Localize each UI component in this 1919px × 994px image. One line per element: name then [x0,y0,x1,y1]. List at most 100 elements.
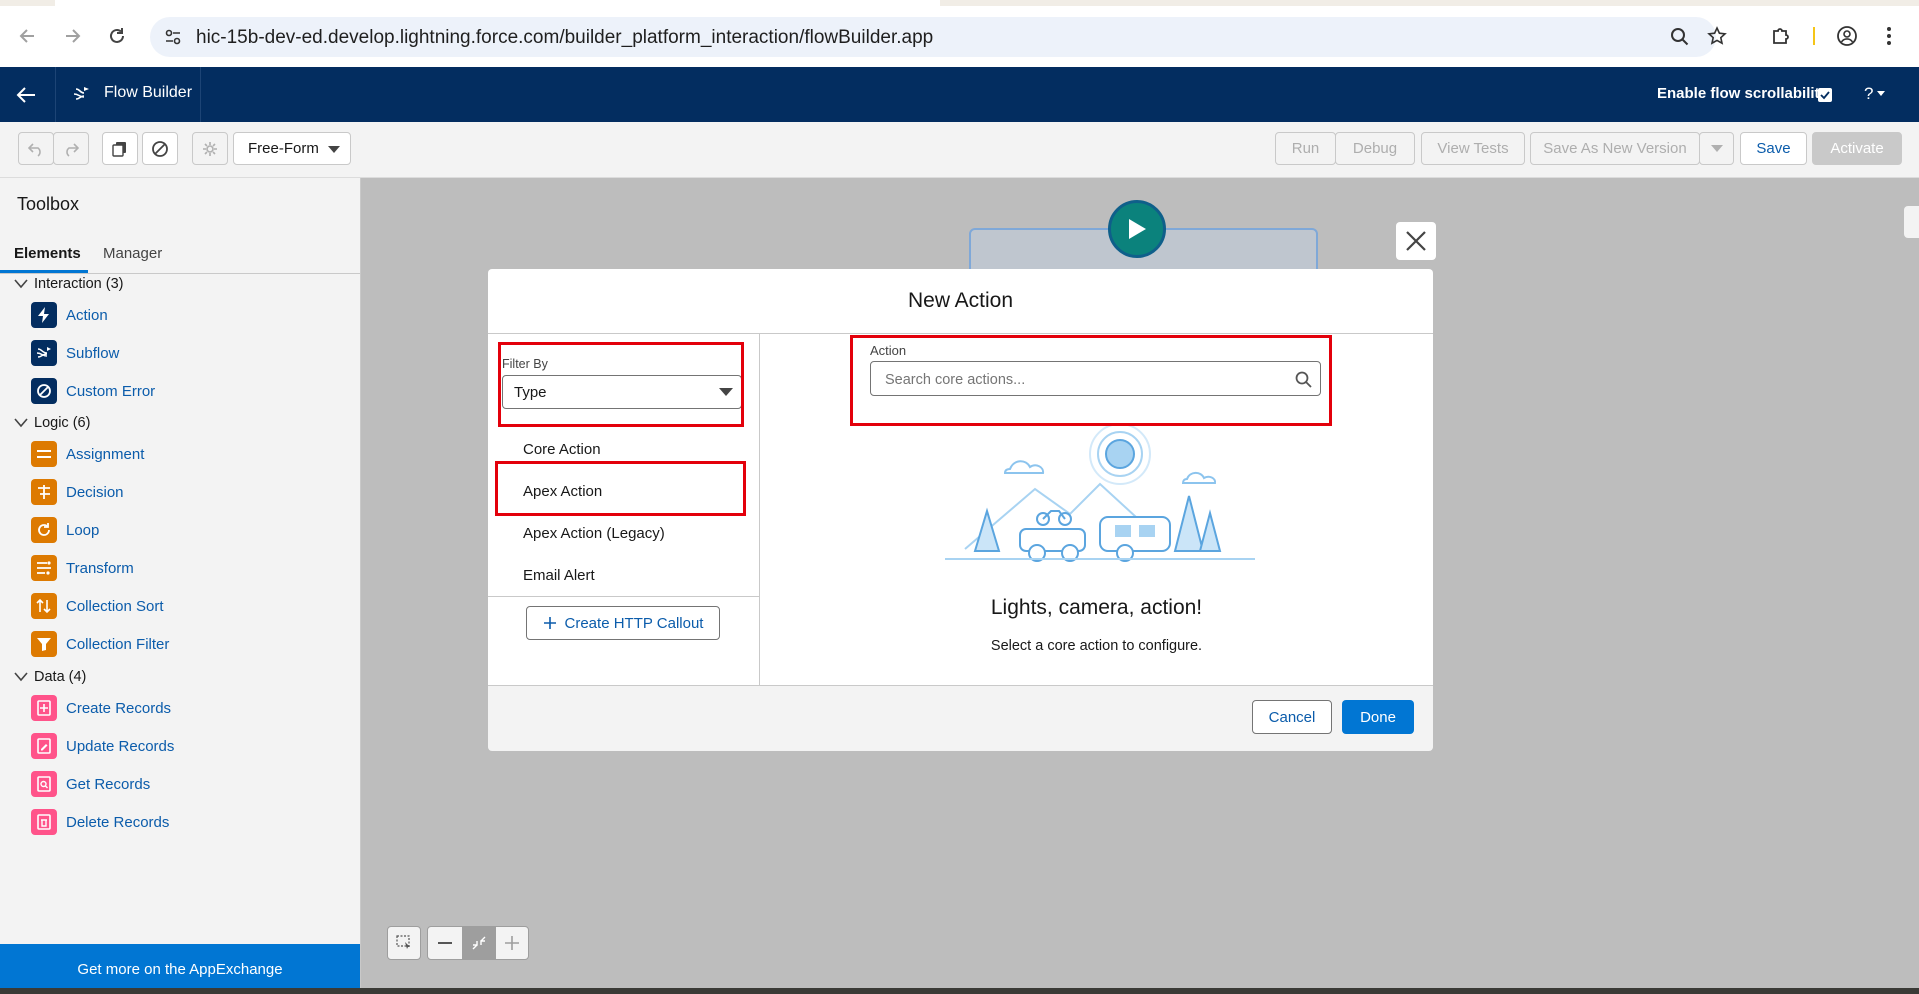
lightning-bolt-icon [31,302,57,328]
redo-button[interactable] [53,132,89,165]
browser-menu-icon[interactable] [1886,25,1892,47]
section-label: Logic (6) [34,415,91,431]
active-tab[interactable] [55,0,940,6]
start-play-icon[interactable] [1108,200,1166,258]
forward-icon[interactable] [58,22,86,50]
flow-toolbar: Free-Form Run Debug View Tests Save As N… [0,122,1919,178]
profile-icon[interactable] [1836,25,1858,47]
element-label: Get Records [66,775,151,793]
toolbox-tabs: Elements Manager [0,233,360,274]
category-email-alert[interactable]: Email Alert [523,567,595,584]
minus-icon [438,942,452,944]
section-label: Interaction (3) [34,276,124,292]
zoom-in-button[interactable] [495,927,528,959]
gear-icon [203,141,217,156]
element-action[interactable]: Action [31,302,108,328]
address-bar[interactable]: hic-15b-dev-ed.develop.lightning.force.c… [150,17,1716,57]
element-label: Update Records [66,737,175,755]
highlight-apex-action [495,461,746,516]
element-label: Delete Records [66,813,170,831]
modal-close-button[interactable] [1396,222,1436,260]
element-custom-error[interactable]: Custom Error [31,378,155,404]
bookmark-star-icon[interactable] [1707,26,1727,46]
scrollability-checkbox[interactable] [1818,88,1832,102]
element-delete-records[interactable]: Delete Records [31,809,169,835]
site-settings-icon[interactable] [164,28,182,46]
chevron-down-icon [328,146,340,153]
undo-button[interactable] [18,132,54,165]
element-create-records[interactable]: Create Records [31,695,171,721]
plus-icon [504,936,519,950]
help-icon: ? [1864,84,1874,103]
panel-expand-tab[interactable] [1904,206,1919,238]
zoom-out-button[interactable] [428,927,463,959]
back-arrow-icon[interactable] [15,85,37,105]
done-button[interactable]: Done [1342,700,1414,734]
copy-button[interactable] [102,132,138,165]
element-loop[interactable]: Loop [31,517,99,543]
taskbar-strip [0,988,1919,994]
element-assignment[interactable]: Assignment [31,441,144,467]
tab-elements[interactable]: Elements [14,245,81,262]
section-interaction[interactable]: Interaction (3) [14,276,123,292]
category-apex-action-legacy[interactable]: Apex Action (Legacy) [523,525,665,542]
section-label: Data (4) [34,669,87,685]
zoom-controls [427,926,529,960]
appexchange-link[interactable]: Get more on the AppExchange [0,944,360,994]
save-options-dropdown[interactable] [1699,132,1734,165]
reload-icon[interactable] [103,22,131,50]
element-decision[interactable]: Decision [31,479,124,505]
section-logic[interactable]: Logic (6) [14,415,90,431]
back-icon[interactable] [14,22,42,50]
element-label: Decision [66,483,124,501]
modal-title: New Action [488,269,1433,334]
tab-manager[interactable]: Manager [103,245,162,262]
settings-button[interactable] [192,132,228,165]
undo-icon [28,142,41,157]
toolbar-divider [1813,27,1815,45]
empty-state-subtitle: Select a core action to configure. [990,638,1203,654]
new-action-modal: New Action Filter By Type Core Action Ap… [488,269,1433,751]
highlight-action-search [850,335,1332,426]
app-title: Flow Builder [104,84,193,101]
flow-builder-logo-icon [72,84,92,104]
chevron-down-icon [14,279,28,289]
marquee-select-icon [396,935,410,949]
run-button[interactable]: Run [1275,132,1336,165]
delete-record-icon [31,809,57,835]
app-header: Flow Builder Enable flow scrollability ? [0,67,1919,122]
create-http-callout-label: Create HTTP Callout [564,614,704,632]
save-button[interactable]: Save [1740,132,1807,165]
toolbox-title: Toolbox [17,194,80,214]
zoom-icon[interactable] [1670,27,1690,47]
help-button[interactable]: ? [1864,84,1886,104]
cancel-button[interactable]: Cancel [1252,700,1332,734]
element-update-records[interactable]: Update Records [31,733,174,759]
element-collection-sort[interactable]: Collection Sort [31,593,164,619]
view-tests-button[interactable]: View Tests [1421,132,1525,165]
empty-state-title: Lights, camera, action! [990,596,1203,619]
category-core-action[interactable]: Core Action [523,441,601,458]
error-toggle-button[interactable] [142,132,178,165]
save-as-new-version-button[interactable]: Save As New Version [1530,132,1700,165]
debug-button[interactable]: Debug [1335,132,1415,165]
element-collection-filter[interactable]: Collection Filter [31,631,169,657]
extensions-icon[interactable] [1770,25,1792,47]
element-label: Collection Filter [66,635,170,653]
activate-button[interactable]: Activate [1812,132,1902,165]
create-http-callout-button[interactable]: Create HTTP Callout [526,606,720,640]
select-elements-button[interactable] [387,926,421,960]
browser-chrome: hic-15b-dev-ed.develop.lightning.force.c… [0,0,1919,67]
element-subflow[interactable]: Subflow [31,340,119,366]
section-data[interactable]: Data (4) [14,669,86,685]
element-get-records[interactable]: Get Records [31,771,150,797]
decision-icon [31,479,57,505]
shrink-icon [472,936,485,950]
element-transform[interactable]: Transform [31,555,134,581]
canvas-mode-select[interactable]: Free-Form [233,132,351,165]
transform-icon [31,555,57,581]
element-label: Custom Error [66,382,156,400]
fit-view-button[interactable] [462,927,496,959]
prohibit-icon [152,140,168,157]
camping-illustration [925,419,1265,569]
